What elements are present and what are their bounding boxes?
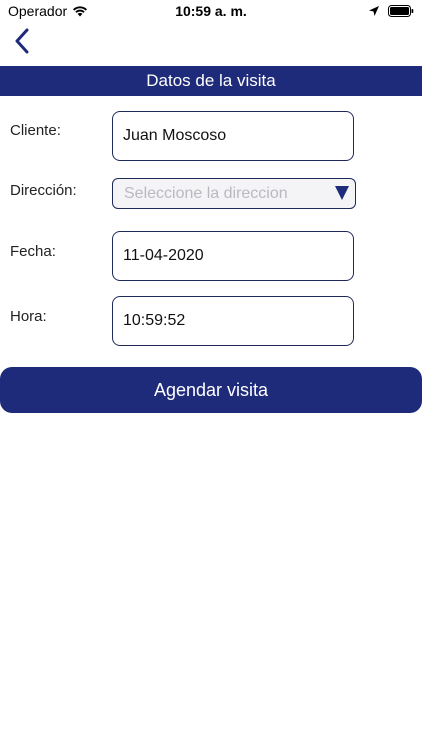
cliente-label: Cliente: xyxy=(10,122,61,139)
direccion-placeholder: Seleccione la direccion xyxy=(124,184,288,202)
status-bar: Operador 10:59 a. m. xyxy=(0,0,422,22)
nav-bar xyxy=(0,22,422,66)
fecha-value: 11-04-2020 xyxy=(123,247,204,264)
section-header: Datos de la visita xyxy=(0,66,422,96)
cliente-value: Juan Moscoso xyxy=(123,127,227,144)
section-title: Datos de la visita xyxy=(146,71,276,90)
hora-value: 10:59:52 xyxy=(123,312,186,329)
fecha-label: Fecha: xyxy=(10,243,56,260)
agendar-visita-button[interactable]: Agendar visita xyxy=(0,367,422,413)
back-chevron-icon xyxy=(14,28,30,59)
fecha-field[interactable]: 11-04-2020 xyxy=(112,231,354,281)
status-time: 10:59 a. m. xyxy=(175,3,247,19)
status-right xyxy=(368,4,414,20)
hora-field[interactable]: 10:59:52 xyxy=(112,296,354,346)
cliente-field[interactable]: Juan Moscoso xyxy=(112,111,354,161)
direccion-label: Dirección: xyxy=(10,182,77,199)
hora-label: Hora: xyxy=(10,308,47,325)
dropdown-arrow-icon xyxy=(335,186,349,200)
battery-icon xyxy=(388,4,414,20)
location-arrow-icon xyxy=(368,4,380,20)
direccion-select[interactable]: Seleccione la direccion xyxy=(112,178,356,209)
agendar-visita-label: Agendar visita xyxy=(153,379,269,400)
back-button[interactable] xyxy=(8,28,36,58)
